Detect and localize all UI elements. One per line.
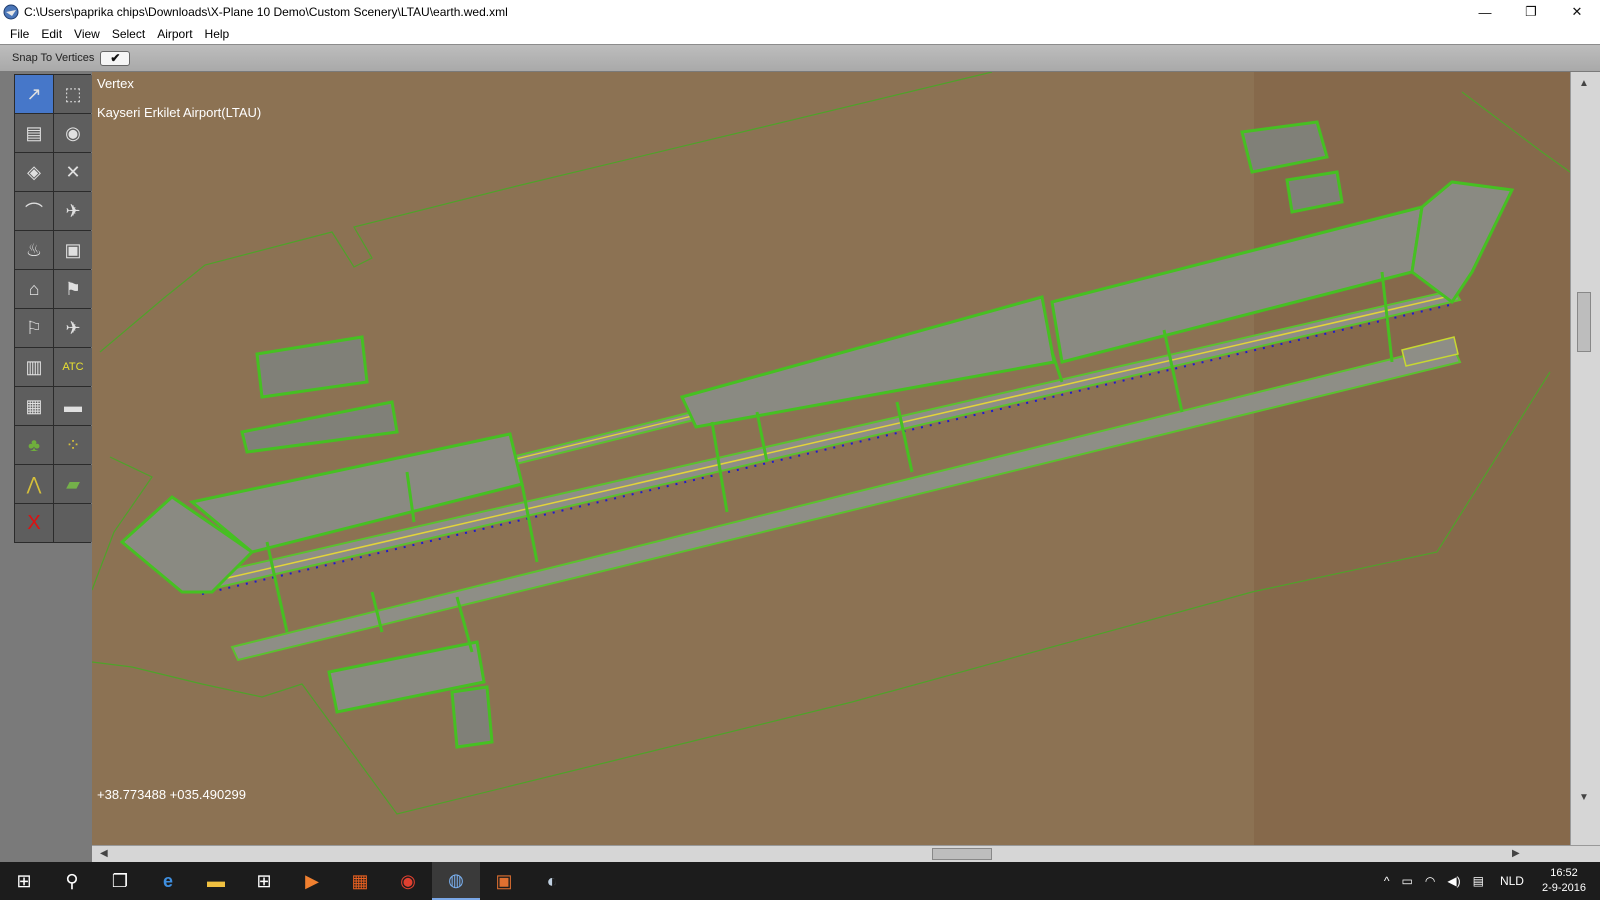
system-tray: ^ ▭ ◠ ◀) ▤ NLD 16:52 2-9-2016 — [1378, 862, 1600, 900]
clock[interactable]: 16:52 2-9-2016 — [1542, 866, 1586, 896]
horizontal-scroll-thumb[interactable] — [932, 848, 992, 860]
world-editor-taskbar-icon[interactable]: ◍ — [432, 862, 480, 900]
windsock-tool-button[interactable]: ⚑ — [54, 270, 92, 308]
menu-help[interactable]: Help — [199, 27, 236, 41]
battery-icon[interactable]: ▭ — [1402, 874, 1413, 888]
atc-tool-button[interactable]: ATC — [54, 348, 92, 386]
west-apron — [188, 432, 524, 554]
photos-icon[interactable]: ▣ — [480, 862, 528, 900]
northwest-building-2 — [240, 400, 399, 454]
exclusion-tool-button[interactable]: X — [15, 504, 53, 542]
cursor-coordinates: +38.773488 +035.490299 — [97, 787, 246, 802]
boundary-tool-button[interactable]: ✕ — [54, 153, 92, 191]
vertical-scrollbar[interactable]: ▲ ▼ — [1570, 72, 1600, 845]
window-title: C:\Users\paprika chips\Downloads\X-Plane… — [24, 5, 508, 19]
menu-bar: File Edit View Select Airport Help — [0, 24, 1600, 44]
menu-select[interactable]: Select — [106, 27, 151, 41]
clock-time: 16:52 — [1550, 867, 1578, 879]
edit-mode-label: Vertex — [97, 76, 134, 91]
snap-toolbar: Snap To Vertices ✔ — [0, 44, 1600, 72]
store-icon[interactable]: ⊞ — [240, 862, 288, 900]
map-canvas[interactable]: Vertex Kayseri Erkilet Airport(LTAU) +38… — [92, 72, 1570, 845]
north-taxiway-centerline — [511, 415, 693, 461]
taxiway-tool-button[interactable]: ◈ — [15, 153, 53, 191]
file-explorer-icon[interactable]: ▬ — [192, 862, 240, 900]
vertical-scroll-thumb[interactable] — [1577, 292, 1591, 352]
helipad-tool-button[interactable]: ◉ — [54, 114, 92, 152]
menu-file[interactable]: File — [4, 27, 35, 41]
menu-airport[interactable]: Airport — [151, 27, 198, 41]
atc-flow-tool-button[interactable]: ✈ — [54, 309, 92, 347]
task-view-icon[interactable]: ❐ — [96, 862, 144, 900]
restore-button[interactable]: ❐ — [1508, 0, 1554, 24]
snap-to-vertices-label: Snap To Vertices — [12, 52, 95, 64]
minimize-button[interactable]: — — [1462, 0, 1508, 24]
taxiline-tool-button[interactable]: ⌒ — [15, 192, 53, 230]
paint-icon[interactable]: ◐ — [528, 862, 576, 900]
menu-view[interactable]: View — [68, 27, 106, 41]
south-hangar — [450, 685, 494, 749]
sign-tool-button[interactable]: ▣ — [54, 231, 92, 269]
scroll-down-arrow-icon[interactable]: ▼ — [1579, 792, 1589, 803]
beacon-tool-button[interactable]: ⚐ — [15, 309, 53, 347]
media-player-icon[interactable]: ▶ — [288, 862, 336, 900]
office-icon[interactable]: ▦ — [336, 862, 384, 900]
horizontal-scrollbar[interactable]: ◀ ▶ — [92, 845, 1600, 862]
title-bar: C:\Users\paprika chips\Downloads\X-Plane… — [0, 0, 1600, 24]
forest-tool-button[interactable]: ♣ — [15, 426, 53, 464]
start-icon[interactable]: ⊞ — [0, 862, 48, 900]
world-editor-app-icon — [3, 4, 19, 20]
windows-taskbar: ⊞ ⚲ ❐ e ▬ ⊞ ▶ ▦ ◉ ◍ ▣ ◐ ^ ▭ ◠ ◀) ▤ NLD 1… — [0, 862, 1600, 900]
chrome-icon[interactable]: ◉ — [384, 862, 432, 900]
vertex-tool-button[interactable]: ↗ — [15, 75, 53, 113]
scroll-right-arrow-icon[interactable]: ▶ — [1512, 848, 1520, 859]
tool-palette: ↗ ⬚ ▤ ◉ ◈ ✕ ⌒ ✈ ♨ ▣ ⌂ ⚑ ⚐ ✈ ▥ ATC ▦ ▬ ♣ … — [0, 72, 92, 862]
facade-tool-button[interactable]: ▥ — [15, 348, 53, 386]
airport-name-label: Kayseri Erkilet Airport(LTAU) — [97, 105, 262, 120]
object-tool-button[interactable]: ▦ — [15, 387, 53, 425]
clock-date: 2-9-2016 — [1541, 882, 1586, 894]
search-icon[interactable]: ⚲ — [48, 862, 96, 900]
ramp-start-tool-button[interactable]: ✈ — [54, 192, 92, 230]
menu-edit[interactable]: Edit — [35, 27, 68, 41]
scroll-up-arrow-icon[interactable]: ▲ — [1579, 78, 1589, 89]
scroll-left-arrow-icon[interactable]: ◀ — [100, 848, 108, 859]
light-fixture-tool-button[interactable]: ♨ — [15, 231, 53, 269]
line-tool-button[interactable]: ⁘ — [54, 426, 92, 464]
northwest-building — [255, 335, 369, 399]
volume-icon[interactable]: ◀) — [1447, 874, 1460, 888]
snap-to-vertices-checkbox[interactable]: ✔ — [100, 50, 131, 66]
language-indicator[interactable]: NLD — [1500, 874, 1524, 888]
tool-grid: ↗ ⬚ ▤ ◉ ◈ ✕ ⌒ ✈ ♨ ▣ ⌂ ⚑ ⚐ ✈ ▥ ATC ▦ ▬ ♣ … — [14, 74, 92, 543]
close-button[interactable]: ✕ — [1554, 0, 1600, 24]
notifications-icon[interactable]: ▤ — [1473, 874, 1484, 888]
wifi-icon[interactable]: ◠ — [1425, 874, 1435, 888]
polygon-line-tool-button[interactable]: ⋀ — [15, 465, 53, 503]
draped-polygon-tool-button[interactable]: ▰ — [54, 465, 92, 503]
tower-viewpoint-tool-button[interactable]: ⌂ — [15, 270, 53, 308]
chevron-up-icon[interactable]: ^ — [1384, 874, 1390, 888]
empty-tool-slot — [54, 504, 92, 542]
marquee-tool-button[interactable]: ⬚ — [54, 75, 92, 113]
object-string-tool-button[interactable]: ▬ — [54, 387, 92, 425]
edge-browser-icon[interactable]: e — [144, 862, 192, 900]
runway-tool-button[interactable]: ▤ — [15, 114, 53, 152]
airport-layout-drawing — [92, 72, 1570, 845]
